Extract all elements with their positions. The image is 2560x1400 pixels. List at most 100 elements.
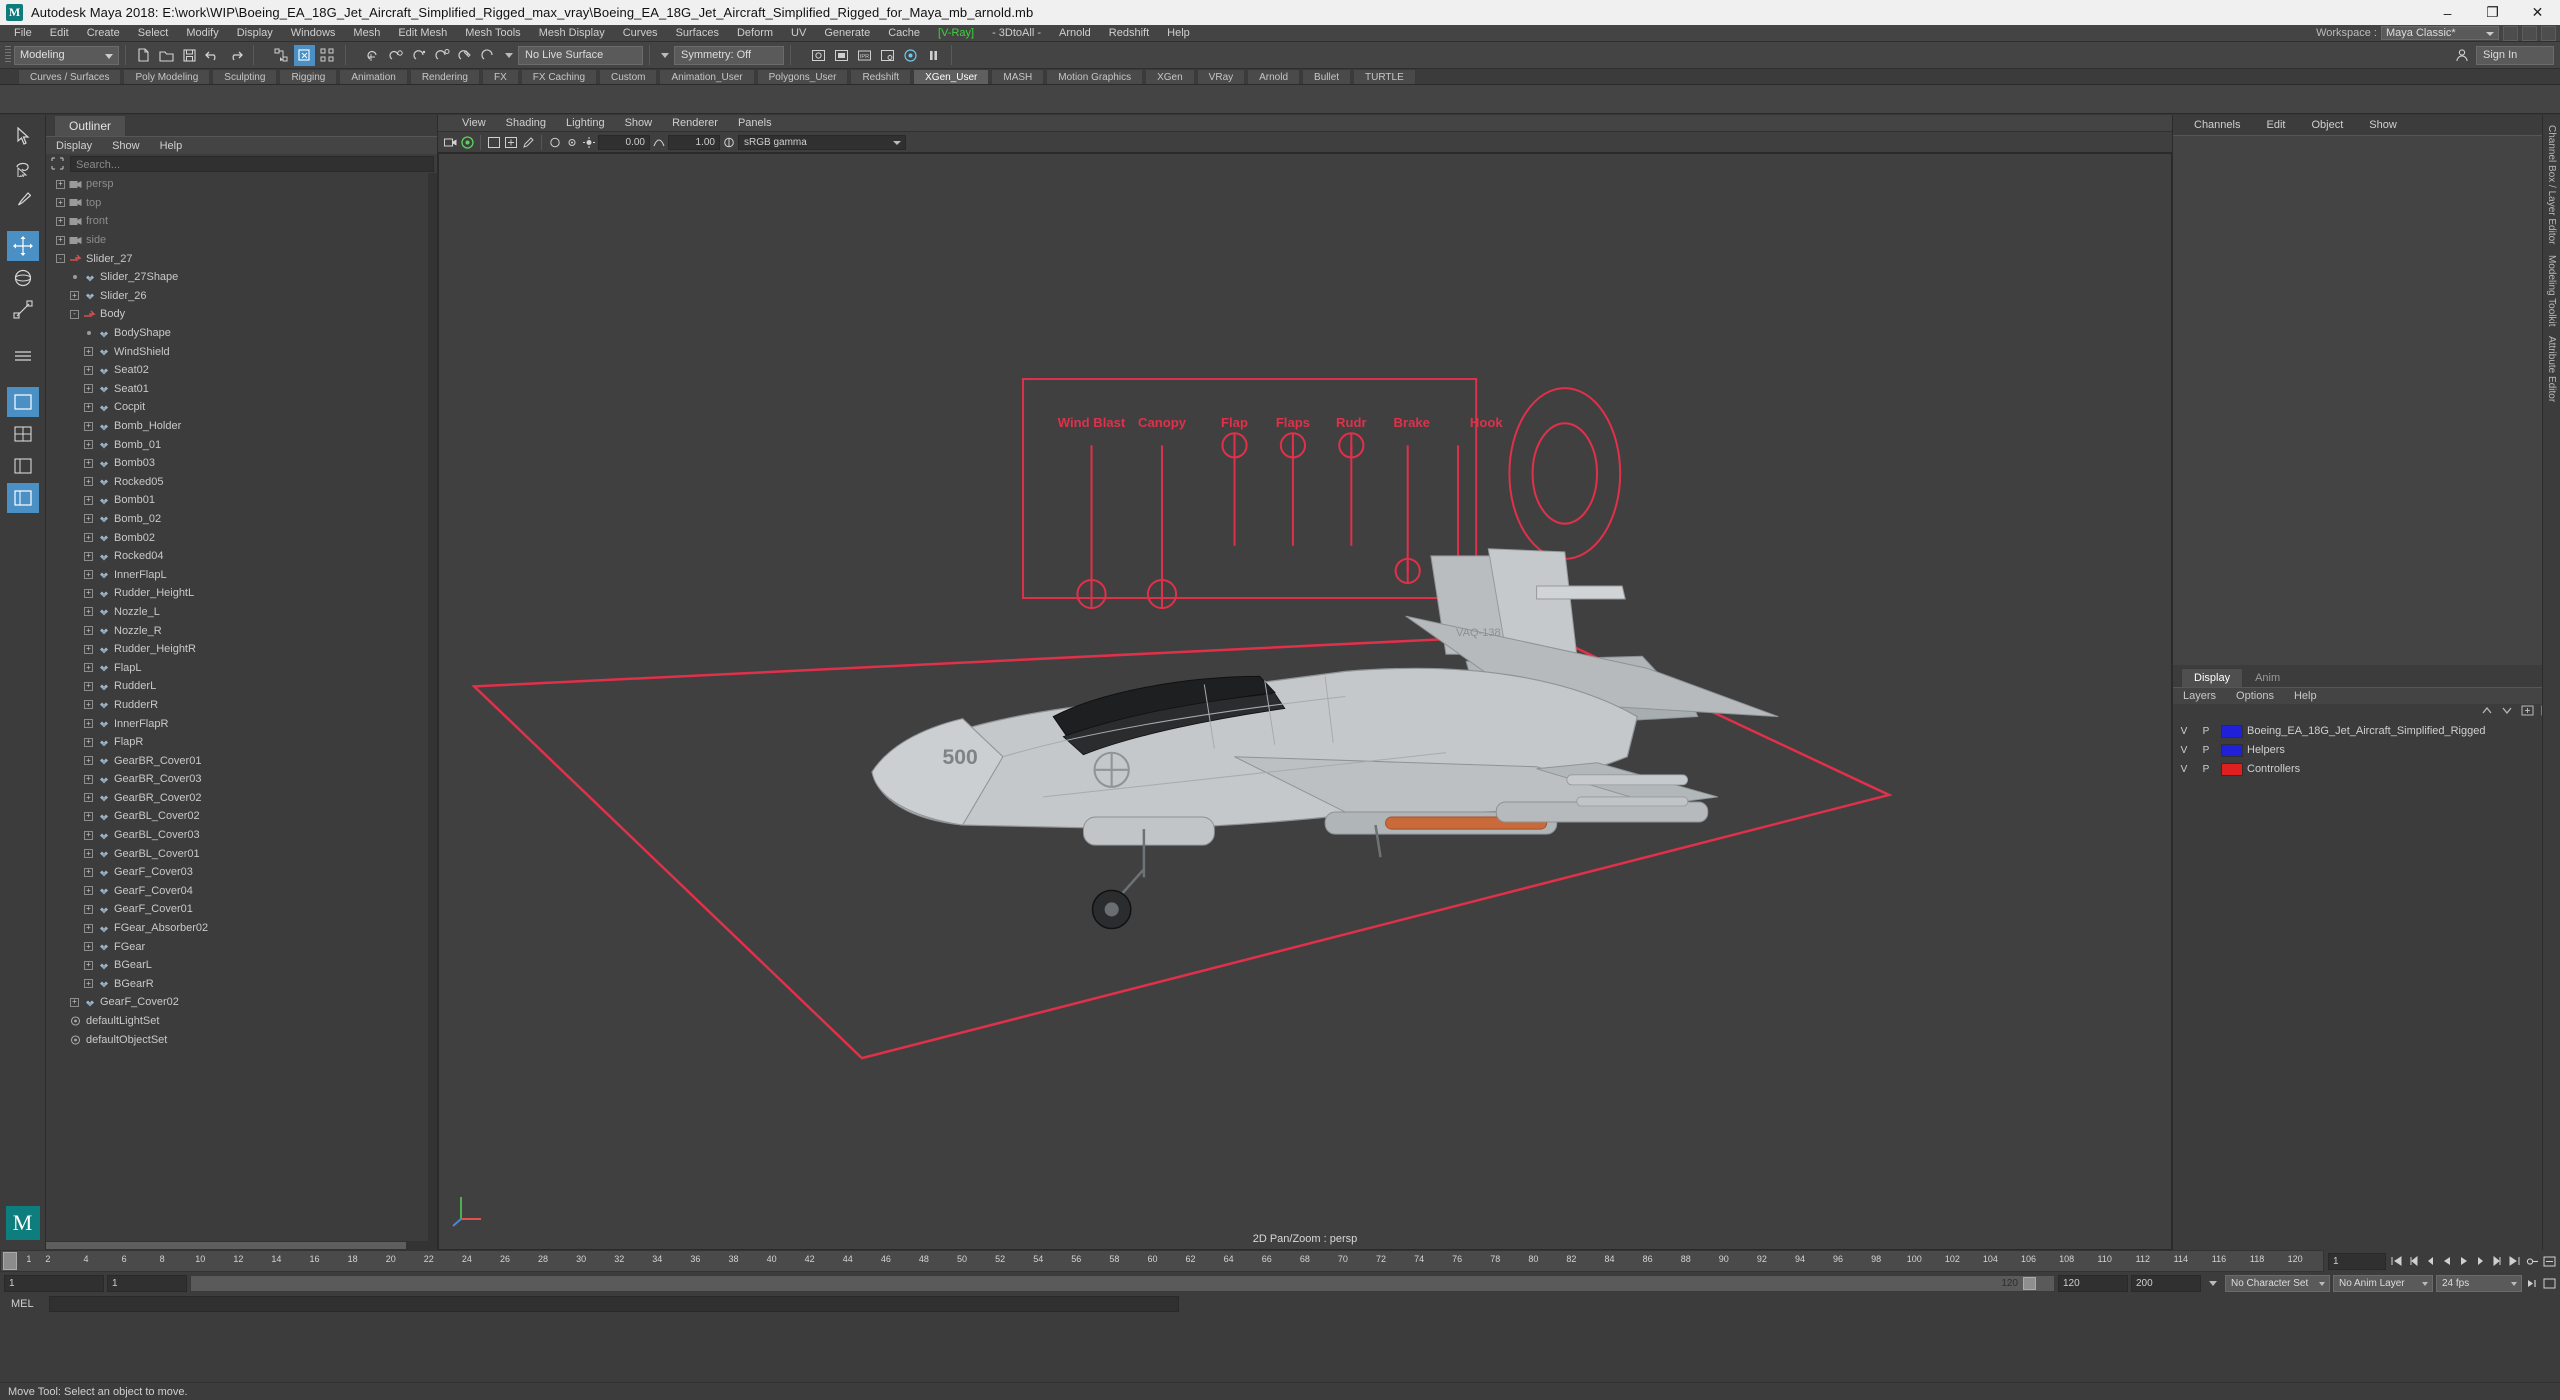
playback-end-field[interactable]: 120 <box>2058 1274 2128 1292</box>
layer-name[interactable]: Boeing_EA_18G_Jet_Aircraft_Simplified_Ri… <box>2247 725 2560 737</box>
expand-icon[interactable]: + <box>70 291 79 301</box>
expand-icon[interactable]: + <box>84 570 93 580</box>
outliner-item[interactable]: + FlapR <box>46 733 437 752</box>
grease-pencil-icon[interactable] <box>520 134 536 150</box>
outliner-item[interactable]: + Bomb_Holder <box>46 417 437 436</box>
anim-start-field[interactable]: 1 <box>107 1274 187 1292</box>
outliner-item[interactable]: + Bomb_01 <box>46 435 437 454</box>
expand-icon[interactable]: + <box>84 440 93 450</box>
layer-color-swatch[interactable] <box>2221 743 2243 757</box>
snap-to-projected-center-icon[interactable] <box>432 45 453 66</box>
image-plane-icon[interactable] <box>486 134 502 150</box>
single-perspective-layout-icon[interactable] <box>6 387 39 417</box>
menu-generate[interactable]: Generate <box>815 25 879 42</box>
expand-icon[interactable]: + <box>84 960 93 970</box>
animation-preferences-icon[interactable] <box>2542 1254 2556 1268</box>
expand-icon[interactable]: + <box>84 588 93 598</box>
expand-icon[interactable]: + <box>84 607 93 617</box>
rotate-tool[interactable] <box>7 263 39 293</box>
layer-menu-options[interactable]: Options <box>2226 690 2284 702</box>
shelf-tab-turtle[interactable]: TURTLE <box>1353 69 1416 84</box>
menu-modify[interactable]: Modify <box>177 25 227 42</box>
menu-curves[interactable]: Curves <box>614 25 667 42</box>
tab-outliner[interactable]: Outliner <box>54 115 127 136</box>
time-ticks[interactable]: 1 2 4 6 8 10 12 14 16 18 20 22 24 26 28 30 32 34 36 38 40 42 4… <box>0 1250 2324 1272</box>
anim-layer-select[interactable]: No Anim Layer <box>2333 1274 2433 1292</box>
outliner-menu-show[interactable]: Show <box>102 140 150 152</box>
select-tool[interactable] <box>7 121 39 151</box>
outliner-item[interactable]: - Body <box>46 305 437 324</box>
channelbox-menu-channels[interactable]: Channels <box>2181 119 2253 131</box>
symmetry-chevron-icon[interactable] <box>661 52 669 58</box>
layer-color-swatch[interactable] <box>2221 762 2243 776</box>
select-by-hierarchy-icon[interactable] <box>271 45 292 66</box>
snap-to-curve-icon[interactable] <box>386 45 407 66</box>
outliner-item[interactable]: + Bomb03 <box>46 454 437 473</box>
exposure-icon[interactable] <box>581 134 597 150</box>
select-by-component-icon[interactable] <box>317 45 338 66</box>
character-set-select[interactable]: No Character Set <box>2225 1274 2330 1292</box>
expand-icon[interactable]: + <box>84 849 93 859</box>
expand-icon[interactable]: + <box>84 551 93 561</box>
fps-select[interactable]: 24 fps <box>2436 1274 2522 1292</box>
step-forward-frame-icon[interactable] <box>2474 1254 2488 1268</box>
layer-name[interactable]: Helpers <box>2247 744 2560 756</box>
shelf-tab-xgen[interactable]: XGen <box>1145 69 1195 84</box>
expand-icon[interactable]: + <box>56 179 65 189</box>
command-language-label[interactable]: MEL <box>3 1298 45 1310</box>
play-forwards-icon[interactable] <box>2457 1254 2471 1268</box>
expand-icon[interactable]: + <box>84 886 93 896</box>
persp-outliner-layout-icon[interactable] <box>6 483 39 513</box>
outliner-item[interactable]: + side <box>46 231 437 250</box>
menu-surfaces[interactable]: Surfaces <box>667 25 728 42</box>
outliner-item[interactable]: + GearBR_Cover03 <box>46 770 437 789</box>
channelbox-menu-edit[interactable]: Edit <box>2253 119 2298 131</box>
outliner-item[interactable]: + GearBR_Cover01 <box>46 751 437 770</box>
shelf-tab-redshift[interactable]: Redshift <box>850 69 912 84</box>
expand-icon[interactable]: + <box>84 663 93 673</box>
layer-playback-toggle[interactable]: P <box>2195 726 2217 737</box>
create-new-layer-icon[interactable] <box>2521 705 2534 719</box>
live-surface-field[interactable]: No Live Surface <box>518 45 643 65</box>
expand-icon[interactable]: + <box>84 942 93 952</box>
open-scene-icon[interactable] <box>156 45 177 66</box>
outliner-item[interactable]: + Seat02 <box>46 361 437 380</box>
anim-end-field[interactable]: 200 <box>2131 1274 2201 1292</box>
outliner-item[interactable]: + BGearL <box>46 956 437 975</box>
command-input[interactable] <box>49 1296 1179 1312</box>
outliner-item[interactable]: + Rudder_HeightL <box>46 584 437 603</box>
outliner-item[interactable]: + GearBL_Cover03 <box>46 826 437 845</box>
step-back-frame-icon[interactable] <box>2423 1254 2437 1268</box>
outliner-item[interactable]: + GearF_Cover03 <box>46 863 437 882</box>
gamma-icon[interactable] <box>651 134 667 150</box>
sign-in-icon[interactable] <box>2451 45 2472 66</box>
four-view-layout-icon[interactable] <box>7 419 39 449</box>
toolbar-grip[interactable] <box>5 46 11 64</box>
expand-icon[interactable]: + <box>84 458 93 468</box>
playback-speed-icon[interactable] <box>2525 1276 2539 1290</box>
collapse-icon[interactable]: - <box>56 254 65 264</box>
channelbox-menu-object[interactable]: Object <box>2298 119 2356 131</box>
auto-key-icon[interactable] <box>2525 1254 2539 1268</box>
expand-icon[interactable]: + <box>84 979 93 989</box>
shelf-tab-rendering[interactable]: Rendering <box>409 69 480 84</box>
expand-icon[interactable]: + <box>84 421 93 431</box>
outliner-item[interactable]: + RudderL <box>46 677 437 696</box>
shelf-tab-fx-caching[interactable]: FX Caching <box>520 69 598 84</box>
outliner-item[interactable]: + GearBL_Cover01 <box>46 844 437 863</box>
channelbox-menu-show[interactable]: Show <box>2356 119 2410 131</box>
outliner-item[interactable]: + RudderR <box>46 696 437 715</box>
menu-help[interactable]: Help <box>1158 25 1199 42</box>
expand-icon[interactable]: + <box>70 997 79 1007</box>
expand-icon[interactable]: + <box>84 365 93 375</box>
move-tool[interactable] <box>6 231 39 261</box>
animation-layer-options-icon[interactable] <box>2542 1276 2556 1290</box>
lasso-tool[interactable] <box>7 153 39 183</box>
expand-icon[interactable]: + <box>56 198 65 208</box>
menu-edit[interactable]: Edit <box>41 25 78 42</box>
outliner-item[interactable]: + Rocked04 <box>46 547 437 566</box>
expand-icon[interactable]: + <box>84 384 93 394</box>
shelf-tab-custom[interactable]: Custom <box>599 69 658 84</box>
chevron-down-icon[interactable] <box>505 52 513 58</box>
expand-icon[interactable]: + <box>56 216 65 226</box>
